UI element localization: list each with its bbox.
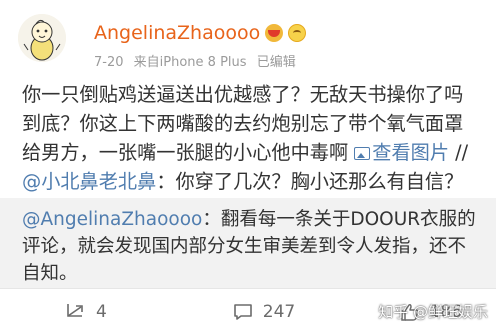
post-tail-text: ：你穿了几次？胸小还那么有自信？	[156, 170, 464, 193]
mention-link[interactable]: @小北鼻老北鼻	[22, 170, 156, 193]
avatar[interactable]	[18, 14, 66, 62]
view-pic-label: 查看图片	[372, 141, 450, 164]
like-button[interactable]: 186 知乎 @鲜珏娱乐	[330, 289, 496, 334]
post-date: 7-20	[94, 55, 124, 70]
post-meta: 7-20 来自iPhone 8 Plus 已编辑	[94, 51, 302, 70]
username-row: AngelinaZhaoooo	[94, 22, 307, 44]
repost-button[interactable]: 4	[0, 289, 198, 334]
post-text: 你一只倒贴鸡送逼送出优越感了？无敌天书操你了吗到底？你这上下两嘴酸的去约炮别忘了…	[22, 80, 480, 196]
comment-button[interactable]: 247	[198, 289, 330, 334]
smile-badge-icon[interactable]	[288, 24, 307, 42]
username-link[interactable]: AngelinaZhaoooo	[94, 22, 260, 44]
quoted-mention-link[interactable]: @AngelinaZhaoooo	[22, 209, 202, 230]
weibo-post-card: AngelinaZhaoooo 7-20 来自iPhone 8 Plus 已编辑…	[0, 0, 496, 334]
post-source: 来自iPhone 8 Plus	[133, 55, 247, 70]
picture-icon	[354, 147, 371, 160]
quoted-post-text: @AngelinaZhaoooo：翻看每一条关于DOOUR衣服的评论，就会发现国…	[22, 206, 478, 287]
comment-icon	[233, 303, 252, 320]
watermark: 知乎 @鲜珏娱乐	[378, 303, 488, 321]
comment-count: 247	[262, 301, 296, 322]
action-bar: 4 247 186 知乎 @鲜珏娱乐	[0, 289, 496, 334]
edited-label: 已编辑	[256, 55, 296, 70]
vip-badge-icon[interactable]	[265, 24, 284, 42]
repost-separator: //	[449, 141, 469, 164]
view-pic-link[interactable]: 查看图片	[354, 141, 449, 164]
avatar-cartoon-icon	[18, 14, 66, 62]
repost-icon	[67, 303, 83, 317]
repost-count: 4	[96, 301, 107, 322]
